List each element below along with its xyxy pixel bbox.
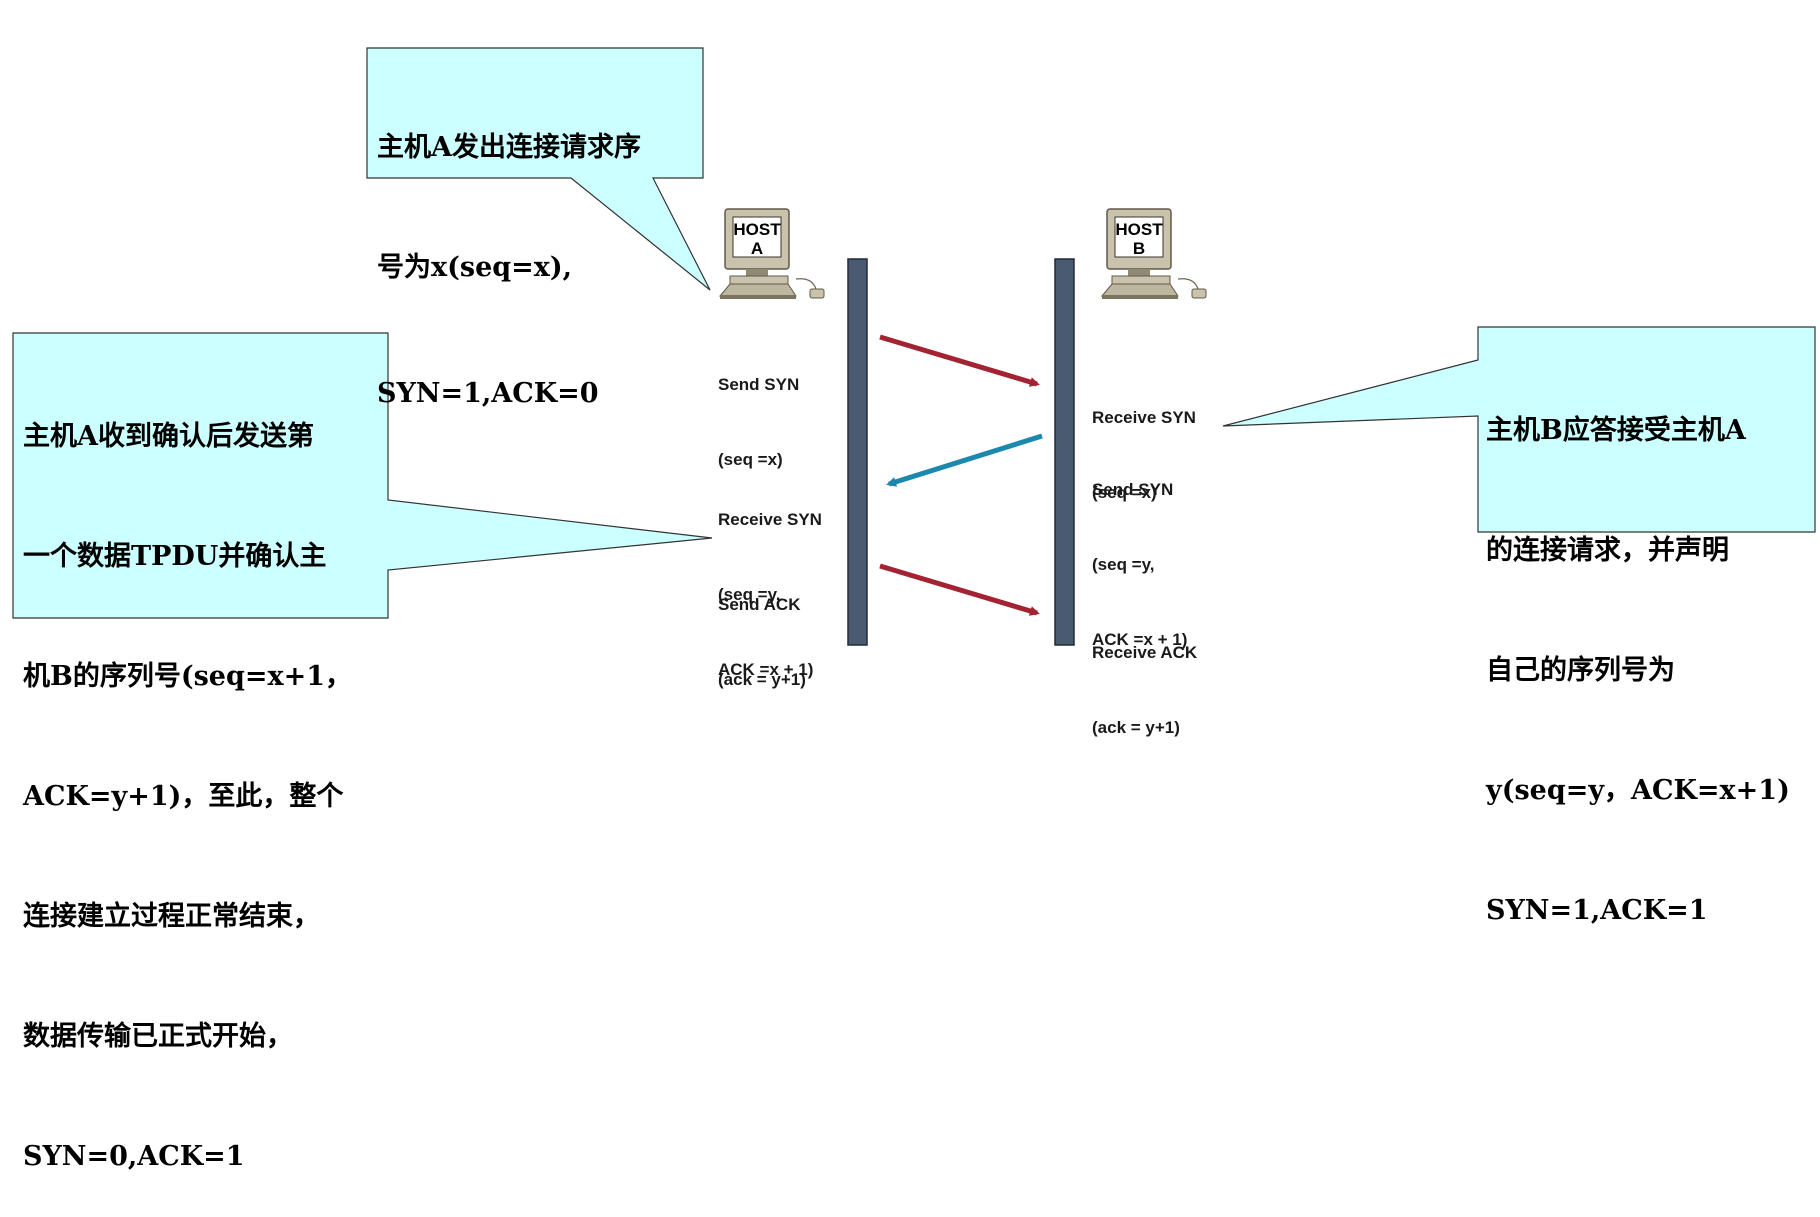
callout-top-text: 主机A发出连接请求序 号为x(seq=x), SYN=1,ACK=0 bbox=[377, 48, 641, 454]
callout-line: 数据传输已正式开始， bbox=[23, 1021, 293, 1052]
callout-left-text: 主机A收到确认后发送第 一个数据TPDU并确认主 机B的序列号(seq=x+1，… bbox=[23, 337, 352, 1217]
callout-line: SYN=1,ACK=1 bbox=[1486, 895, 1708, 926]
label-line: Receive SYN bbox=[718, 510, 822, 529]
callout-right-text: 主机B应答接受主机A 的连接请求，并声明 自己的序列号为 y(seq=y，ACK… bbox=[1486, 331, 1790, 971]
arrow-syn-ack bbox=[886, 433, 1043, 487]
host-a-label-line1: HOST bbox=[733, 220, 781, 239]
arrow-syn bbox=[879, 334, 1040, 387]
callout-line: 主机B应答接受主机A bbox=[1486, 415, 1746, 446]
timeline-host-b bbox=[1054, 258, 1075, 646]
computer-icon: HOST B bbox=[1100, 208, 1207, 299]
callout-line: 一个数据TPDU并确认主 bbox=[23, 541, 327, 572]
callout-line: y(seq=y，ACK=x+1) bbox=[1486, 775, 1790, 806]
label-line: Send SYN bbox=[718, 375, 800, 394]
arrow-ack bbox=[879, 563, 1040, 616]
callout-line: 主机A收到确认后发送第 bbox=[23, 421, 314, 452]
callout-line: ACK=y+1)，至此，整个 bbox=[23, 781, 344, 812]
callout-line: SYN=0,ACK=1 bbox=[23, 1141, 245, 1172]
label-line: (ack = y+1) bbox=[718, 670, 806, 689]
host-b-receive-ack: Receive ACK (ack = y+1) bbox=[1092, 590, 1197, 765]
callout-line: 自己的序列号为 bbox=[1486, 655, 1675, 686]
callout-line: 号为x(seq=x), bbox=[377, 252, 573, 283]
callout-line: 主机A发出连接请求序 bbox=[377, 132, 641, 163]
label-line: (seq =y, bbox=[1092, 555, 1155, 574]
timeline-host-a bbox=[847, 258, 868, 646]
label-line: (ack = y+1) bbox=[1092, 718, 1180, 737]
callout-line: 连接建立过程正常结束， bbox=[23, 901, 320, 932]
host-a-label-line2: A bbox=[751, 239, 763, 258]
host-a-send-ack: Send ACK (ack = y+1) bbox=[718, 542, 806, 717]
computer-icon: HOST A bbox=[718, 208, 825, 299]
host-b-label-line2: B bbox=[1133, 239, 1145, 258]
label-line: Send SYN bbox=[1092, 480, 1174, 499]
callout-line: 的连接请求，并声明 bbox=[1486, 535, 1729, 566]
label-line: Receive ACK bbox=[1092, 643, 1198, 662]
label-line: Send ACK bbox=[718, 595, 801, 614]
callout-line: 机B的序列号(seq=x+1， bbox=[23, 661, 352, 692]
host-b-label-line1: HOST bbox=[1115, 220, 1163, 239]
callout-line: SYN=1,ACK=0 bbox=[377, 378, 599, 409]
